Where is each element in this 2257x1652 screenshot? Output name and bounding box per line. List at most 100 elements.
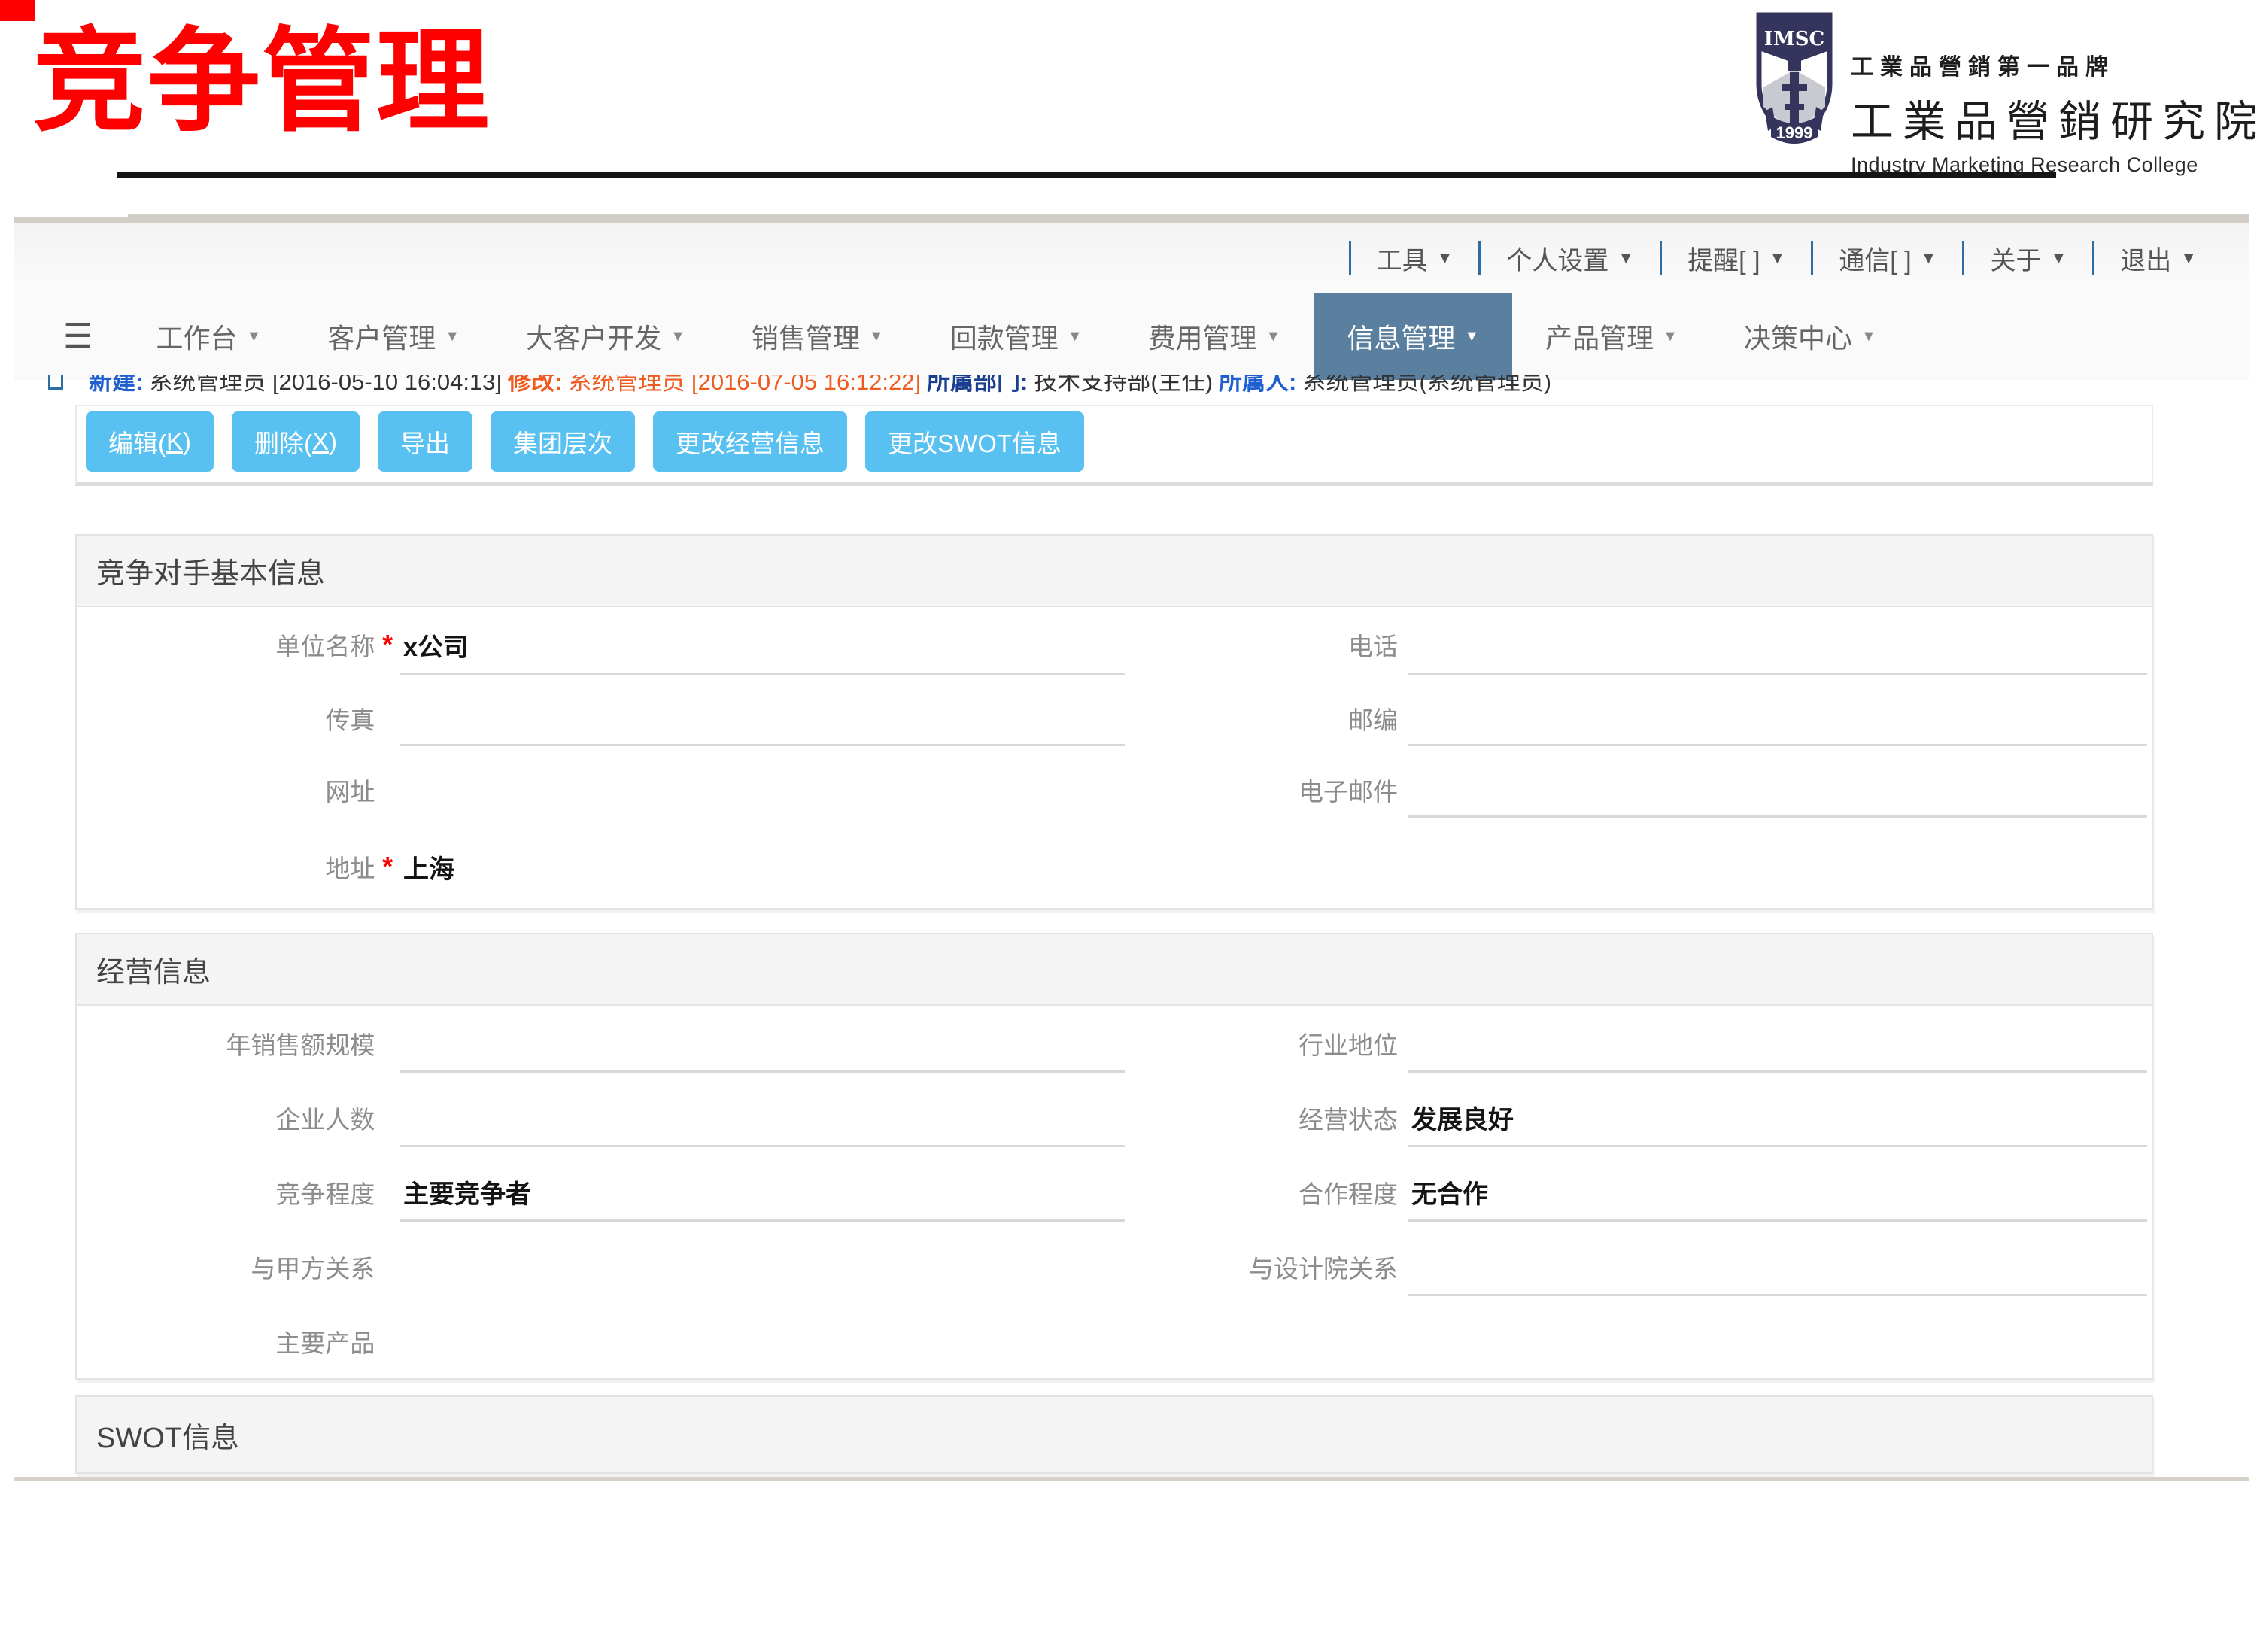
field-input[interactable]: x公司: [400, 607, 1125, 682]
page: 竞争管理 IMSC 1999 工業品營銷第一品牌 工業品營銷研究院 Indust…: [0, 0, 2257, 1652]
caret-down-icon: ▼: [1464, 328, 1479, 345]
section-header: 竞争对手基本信息: [77, 536, 2152, 607]
field-cell: 邮编: [1125, 682, 2152, 754]
field-cell: 竞争程度主要竞争者: [77, 1155, 1125, 1229]
bottom-divider: [14, 1477, 2249, 1481]
caret-down-icon: ▼: [246, 328, 261, 345]
field-input[interactable]: [1408, 607, 2147, 682]
action-button-2[interactable]: 导出: [378, 411, 472, 472]
topbar-item-2[interactable]: 提醒[ ]▼: [1665, 240, 1808, 277]
nav-item-1[interactable]: 客户管理▼: [294, 293, 493, 380]
topbar-item-5[interactable]: 退出▼: [2098, 240, 2219, 277]
record-meta-segment: 所属人:: [1219, 375, 1296, 394]
field-input[interactable]: 发展良好: [1408, 1080, 2147, 1155]
section-header: SWOT信息: [77, 1397, 2152, 1472]
nav-item-3[interactable]: 销售管理▼: [718, 293, 917, 380]
field-cell: 单位名称*x公司: [77, 607, 1125, 682]
required-asterisk: [375, 1006, 400, 1080]
field-label: 网址: [77, 754, 375, 825]
action-button-3[interactable]: 集团层次: [491, 411, 635, 472]
nav-item-4[interactable]: 回款管理▼: [917, 293, 1116, 380]
field-label: 与甲方关系: [77, 1229, 375, 1304]
caret-down-icon: ▼: [2180, 248, 2197, 268]
field-cell: 企业人数: [77, 1080, 1125, 1155]
field-cell: 年销售额规模: [77, 1006, 1125, 1080]
field-value: 上海: [403, 849, 454, 885]
svg-text:1999: 1999: [1776, 123, 1813, 142]
record-meta-segment: 系统管理员 [2016-07-05 16:12:22]: [568, 375, 921, 394]
field-input[interactable]: 无合作: [1408, 1155, 2147, 1229]
svg-text:IMSC: IMSC: [1764, 28, 1824, 50]
slide-corner-decoration: [0, 0, 35, 21]
field-row: 与甲方关系 与设计院关系: [77, 1229, 2152, 1304]
topbar-item-4[interactable]: 关于▼: [1967, 240, 2089, 277]
menu-icon[interactable]: ☰: [44, 293, 112, 380]
field-value: 主要竞争者: [403, 1174, 531, 1210]
action-button-0[interactable]: 编辑(K): [86, 411, 214, 472]
field-row: 主要产品: [77, 1304, 2152, 1378]
action-button-5[interactable]: 更改SWOT信息: [865, 411, 1084, 472]
record-icon: [48, 375, 63, 390]
required-asterisk: [375, 1304, 400, 1378]
field-input[interactable]: 主要竞争者: [400, 1155, 1125, 1229]
nav-item-label: 大客户开发: [526, 317, 661, 356]
field-input[interactable]: 上海: [400, 825, 1125, 908]
record-meta-segment: 技术支持部(主任): [1034, 375, 1213, 394]
field-label: 经营状态: [1125, 1080, 1398, 1155]
nav-item-0[interactable]: 工作台▼: [123, 293, 294, 380]
required-asterisk: [375, 682, 400, 754]
field-label: 电子邮件: [1125, 754, 1398, 825]
topbar-separator: [1349, 241, 1351, 275]
field-input[interactable]: [400, 1304, 1125, 1378]
nav-item-6[interactable]: 信息管理▼: [1314, 293, 1512, 380]
record-meta-segment: 新建:: [89, 375, 143, 394]
field-input[interactable]: [1408, 682, 2147, 754]
field-cell: 电子邮件: [1125, 754, 2152, 825]
field-input[interactable]: [400, 1006, 1125, 1080]
action-button-4[interactable]: 更改经营信息: [653, 411, 847, 472]
field-cell: 传真: [77, 682, 1125, 754]
field-label: 主要产品: [77, 1304, 375, 1378]
topbar-item-label: 提醒[ ]: [1687, 240, 1760, 277]
field-input[interactable]: [1408, 1229, 2147, 1304]
field-value: 无合作: [1411, 1174, 1488, 1210]
field-input[interactable]: [400, 1229, 1125, 1304]
caret-down-icon: ▼: [1618, 248, 1634, 268]
field-input[interactable]: [400, 682, 1125, 754]
nav-item-5[interactable]: 费用管理 ▼: [1116, 293, 1314, 380]
required-asterisk: [1398, 1155, 1408, 1229]
field-cell: 电话: [1125, 607, 2152, 682]
record-meta-line-clipped: 新建:系统管理员 [2016-05-10 16:04:13]修改:系统管理员 […: [48, 375, 2215, 394]
field-input[interactable]: [1408, 754, 2147, 825]
topbar-item-0[interactable]: 工具▼: [1354, 240, 1476, 277]
field-input[interactable]: [400, 754, 1125, 825]
nav-item-8[interactable]: 决策中心▼: [1711, 293, 1909, 380]
topbar-item-label: 通信[ ]: [1839, 240, 1911, 277]
imsc-logo: IMSC 1999 工業品營銷第一品牌 工業品營銷研究院 Industry Ma…: [1754, 12, 2257, 177]
nav-item-2[interactable]: 大客户开发▼: [493, 293, 718, 380]
nav-item-label: 费用管理: [1149, 317, 1257, 356]
caret-down-icon: ▼: [1921, 248, 1937, 268]
field-row: 年销售额规模行业地位: [77, 1006, 2152, 1080]
nav-item-label: 销售管理: [752, 317, 860, 356]
field-row: 竞争程度主要竞争者合作程度无合作: [77, 1155, 2152, 1229]
field-row: 传真邮编: [77, 682, 2152, 754]
required-asterisk: [1398, 607, 1408, 682]
field-value: x公司: [403, 627, 469, 664]
topbar-item-label: 工具: [1377, 240, 1428, 277]
field-input[interactable]: [1408, 1006, 2147, 1080]
topbar-item-3[interactable]: 通信[ ] ▼: [1816, 240, 1959, 277]
required-asterisk: [1398, 1006, 1408, 1080]
required-asterisk: [375, 754, 400, 825]
caret-down-icon: ▼: [1266, 328, 1281, 345]
field-value: 发展良好: [1411, 1099, 1514, 1136]
field-input[interactable]: [400, 1080, 1125, 1155]
field-cell: 与设计院关系: [1125, 1229, 2152, 1304]
nav-item-7[interactable]: 产品管理▼: [1512, 293, 1711, 380]
field-label: 竞争程度: [77, 1155, 375, 1229]
field-cell: 经营状态发展良好: [1125, 1080, 2152, 1155]
topbar-item-1[interactable]: 个人设置▼: [1484, 240, 1657, 277]
required-asterisk: *: [375, 825, 400, 908]
topbar-separator: [1811, 241, 1813, 275]
action-button-1[interactable]: 删除(X): [232, 411, 360, 472]
